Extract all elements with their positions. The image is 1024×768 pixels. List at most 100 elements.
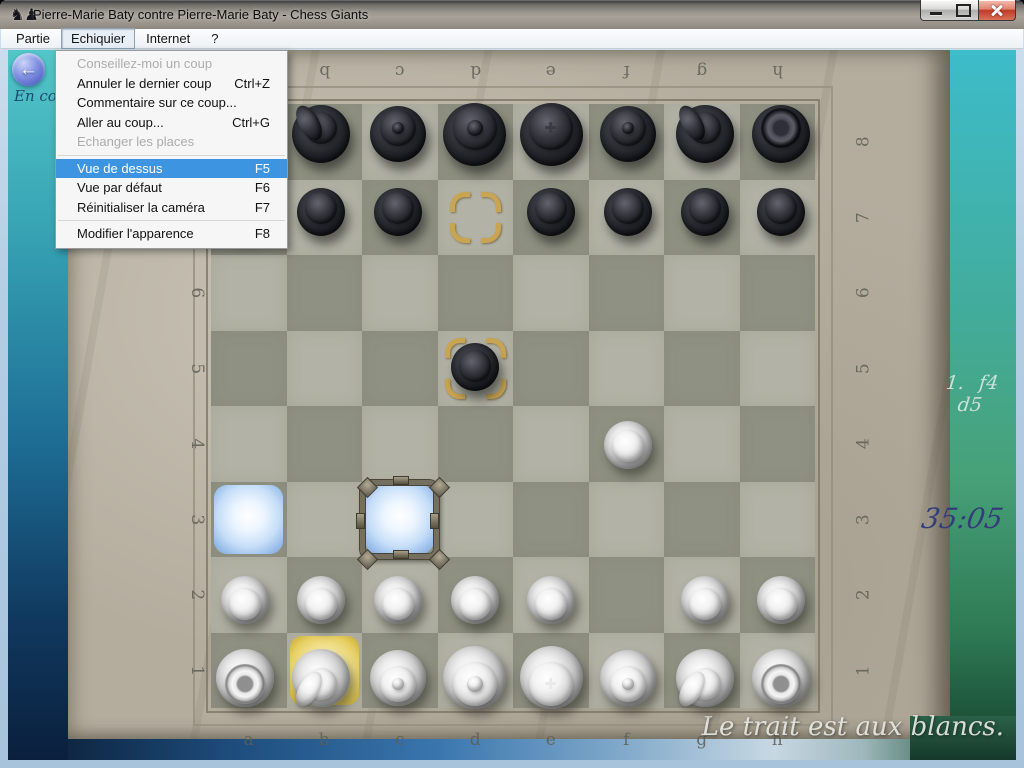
piece-black-knight-g8[interactable] [667, 96, 743, 172]
piece-black-bishop-f8[interactable] [590, 96, 666, 172]
menu-item-vue-de-dessus[interactable]: Vue de dessusF5 [56, 159, 287, 179]
frame-ornament [393, 550, 409, 559]
square-b4[interactable] [287, 406, 363, 482]
piece-white-pawn-e2[interactable] [514, 563, 590, 639]
rank-label-left-4: 4 [159, 431, 235, 457]
menubar-item-echiquier[interactable]: Echiquier [61, 28, 135, 49]
piece-black-pawn-e7[interactable] [514, 174, 590, 250]
square-c6[interactable] [362, 255, 438, 331]
pawn-top [689, 192, 721, 224]
square-e5[interactable] [513, 331, 589, 407]
menu-item-conseillez-moi-un-coup: Conseillez-moi un coup [56, 54, 287, 74]
piece-white-rook-h1[interactable] [744, 640, 820, 716]
piece-white-knight-b1[interactable] [284, 640, 360, 716]
bishop-knob [622, 678, 634, 690]
rank-label-left-6: 6 [159, 280, 235, 306]
menubar-item-partie[interactable]: Partie [6, 28, 60, 49]
square-e6[interactable] [513, 255, 589, 331]
context-menu: Conseillez-moi un coupAnnuler le dernier… [55, 50, 288, 249]
piece-white-rook-a1[interactable] [207, 640, 283, 716]
menu-item-modifier-l-apparence[interactable]: Modifier l'apparenceF8 [56, 224, 287, 244]
menubar-item-help[interactable]: ? [201, 28, 228, 49]
piece-black-pawn-b7[interactable] [284, 174, 360, 250]
titlebar[interactable]: ♞♟ Pierre-Marie Baty contre Pierre-Marie… [0, 0, 1024, 29]
piece-black-knight-b8[interactable] [284, 96, 360, 172]
piece-white-pawn-f4[interactable] [590, 407, 666, 483]
piece-white-pawn-h2[interactable] [744, 563, 820, 639]
game-clock: 35:05 [919, 502, 1006, 535]
square-g3[interactable] [664, 482, 740, 558]
piece-white-king-e1[interactable]: ✚ [514, 640, 590, 716]
square-e4[interactable] [513, 406, 589, 482]
piece-white-queen-d1[interactable] [437, 640, 513, 716]
rank-label-right-7: 7 [825, 204, 901, 230]
piece-black-bishop-c8[interactable] [360, 96, 436, 172]
queen-knob [467, 676, 483, 692]
square-h6[interactable] [740, 255, 816, 331]
piece-white-pawn-b2[interactable] [284, 563, 360, 639]
king-cross: ✚ [544, 677, 557, 692]
menubar: PartieEchiquierInternet? [1, 29, 1023, 49]
piece-black-pawn-h7[interactable] [744, 174, 820, 250]
close-button[interactable] [978, 0, 1016, 21]
menu-item-annuler-le-dernier-coup[interactable]: Annuler le dernier coupCtrl+Z [56, 74, 287, 94]
square-d6[interactable] [438, 255, 514, 331]
piece-white-pawn-c2[interactable] [360, 563, 436, 639]
file-label-bottom-f: f [589, 728, 665, 752]
rook-top [225, 664, 265, 704]
piece-black-king-e8[interactable]: ✚ [514, 96, 590, 172]
rank-label-right-3: 3 [825, 506, 901, 532]
square-g4[interactable] [664, 406, 740, 482]
file-label-bottom-d: d [438, 728, 514, 752]
menu-item-aller-au-coup[interactable]: Aller au coup...Ctrl+G [56, 113, 287, 133]
piece-black-pawn-g7[interactable] [667, 174, 743, 250]
square-h4[interactable] [740, 406, 816, 482]
piece-black-pawn-d5[interactable] [437, 329, 513, 405]
piece-black-queen-d8[interactable] [437, 96, 513, 172]
file-label-top-f: f [589, 58, 665, 84]
file-label-top-b: b [287, 58, 363, 84]
square-f5[interactable] [589, 331, 665, 407]
file-label-top-c: c [362, 58, 438, 84]
menu-item-vue-par-defaut[interactable]: Vue par défautF6 [56, 178, 287, 198]
piece-black-rook-h8[interactable] [744, 96, 820, 172]
square-g6[interactable] [664, 255, 740, 331]
piece-white-pawn-g2[interactable] [667, 563, 743, 639]
rank-label-right-1: 1 [825, 657, 901, 683]
square-b3[interactable] [287, 482, 363, 558]
piece-white-bishop-c1[interactable] [360, 640, 436, 716]
frame-ornament [356, 513, 365, 529]
piece-white-bishop-f1[interactable] [590, 640, 666, 716]
square-g5[interactable] [664, 331, 740, 407]
square-f2[interactable] [589, 557, 665, 633]
square-b6[interactable] [287, 255, 363, 331]
maximize-button[interactable] [949, 0, 978, 21]
square-h5[interactable] [740, 331, 816, 407]
back-button[interactable]: ← [12, 53, 45, 86]
turn-message: Le trait est aux blancs. [702, 712, 1004, 742]
square-c4[interactable] [362, 406, 438, 482]
piece-white-knight-g1[interactable] [667, 640, 743, 716]
square-d3[interactable] [438, 482, 514, 558]
pawn-top [459, 350, 491, 382]
piece-white-pawn-d2[interactable] [437, 563, 513, 639]
square-c5[interactable] [362, 331, 438, 407]
piece-black-pawn-f7[interactable] [590, 174, 666, 250]
square-e3[interactable] [513, 482, 589, 558]
menu-item-commentaire-sur-ce-coup[interactable]: Commentaire sur ce coup... [56, 93, 287, 113]
square-h3[interactable] [740, 482, 816, 558]
piece-white-pawn-a2[interactable] [207, 563, 283, 639]
menu-item-reinitialiser-la-camera[interactable]: Réinitialiser la caméraF7 [56, 198, 287, 218]
square-f3[interactable] [589, 482, 665, 558]
square-b5[interactable] [287, 331, 363, 407]
window-title: Pierre-Marie Baty contre Pierre-Marie Ba… [33, 7, 368, 22]
square-f6[interactable] [589, 255, 665, 331]
menubar-item-internet[interactable]: Internet [136, 28, 200, 49]
rook-top [761, 664, 801, 704]
app-window: ♞♟ Pierre-Marie Baty contre Pierre-Marie… [0, 0, 1024, 768]
piece-black-pawn-c7[interactable] [360, 174, 436, 250]
square-d4[interactable] [438, 406, 514, 482]
rank-label-right-2: 2 [825, 582, 901, 608]
move-history: 1. f4 d5 [926, 372, 1016, 416]
minimize-button[interactable] [920, 0, 951, 21]
